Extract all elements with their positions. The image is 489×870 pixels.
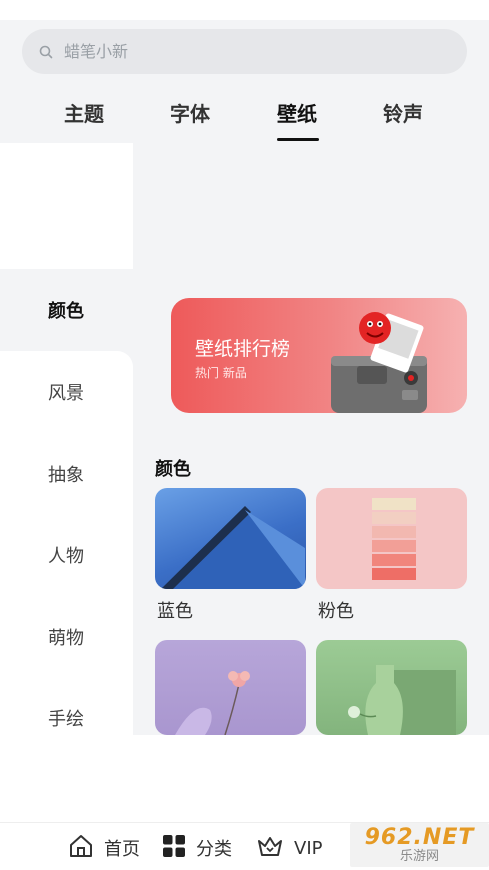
section-title-color: 颜色	[155, 459, 191, 480]
sidebar-spacer	[0, 143, 133, 269]
tab-font[interactable]: 字体	[170, 98, 210, 127]
crown-icon	[256, 834, 284, 862]
camera-mascot-illustration	[331, 312, 427, 413]
wallpaper-card-blue[interactable]	[155, 488, 306, 589]
sidebar-item-handdrawn[interactable]: 手绘	[48, 705, 84, 731]
search-input[interactable]	[62, 41, 426, 62]
nav-vip[interactable]: VIP	[256, 835, 322, 861]
flower-illustration	[175, 671, 250, 735]
blue-card-illustration	[161, 506, 305, 589]
card-label-pink: 粉色	[318, 601, 354, 622]
header: 主题 字体 壁纸 铃声	[0, 20, 489, 143]
wallpaper-card-pink[interactable]	[316, 488, 467, 589]
nav-home-label: 首页	[104, 839, 140, 860]
watermark-sub-text: 乐游网	[399, 848, 439, 864]
nav-category[interactable]: 分类	[162, 835, 232, 861]
search-icon	[38, 44, 54, 60]
nav-vip-label: VIP	[294, 837, 323, 859]
tab-wallpaper[interactable]: 壁纸	[277, 98, 317, 127]
watermark-logo: 962.NET 乐游网	[350, 823, 489, 867]
status-bar-area	[0, 0, 489, 20]
watermark-main-text: 962.NET	[364, 824, 475, 850]
bottom-navigation: 首页 分类 VIP 962.NET 乐游网	[0, 822, 489, 870]
search-bar[interactable]	[22, 29, 467, 74]
main-content: 颜色 风景 抽象 人物 萌物 手绘 壁纸排行榜 热门 新品 颜色 蓝色 粉色	[0, 143, 489, 735]
sidebar-item-abstract[interactable]: 抽象	[48, 461, 84, 487]
pink-card-illustration	[372, 498, 416, 580]
tab-ringtone[interactable]: 铃声	[383, 98, 423, 127]
banner-subtitle: 热门 新品	[195, 366, 247, 380]
sidebar-item-people[interactable]: 人物	[48, 542, 84, 568]
banner-title: 壁纸排行榜	[195, 338, 291, 360]
wallpaper-card-lavender[interactable]	[155, 640, 306, 735]
active-tab-indicator	[277, 138, 319, 141]
sidebar-item-cute[interactable]: 萌物	[48, 624, 84, 650]
sidebar-item-color[interactable]: 颜色	[48, 297, 84, 323]
nav-category-label: 分类	[196, 839, 232, 860]
home-icon	[68, 833, 94, 863]
vase-illustration	[348, 665, 456, 735]
card-label-blue: 蓝色	[157, 601, 193, 622]
nav-home[interactable]: 首页	[68, 835, 140, 861]
wallpaper-card-green[interactable]	[316, 640, 467, 735]
sidebar-item-scenery[interactable]: 风景	[48, 379, 84, 405]
grid-icon	[162, 834, 186, 862]
wallpaper-ranking-banner[interactable]: 壁纸排行榜 热门 新品	[171, 298, 467, 413]
tab-theme[interactable]: 主题	[64, 98, 104, 127]
category-tabs: 主题 字体 壁纸 铃声	[0, 92, 489, 142]
